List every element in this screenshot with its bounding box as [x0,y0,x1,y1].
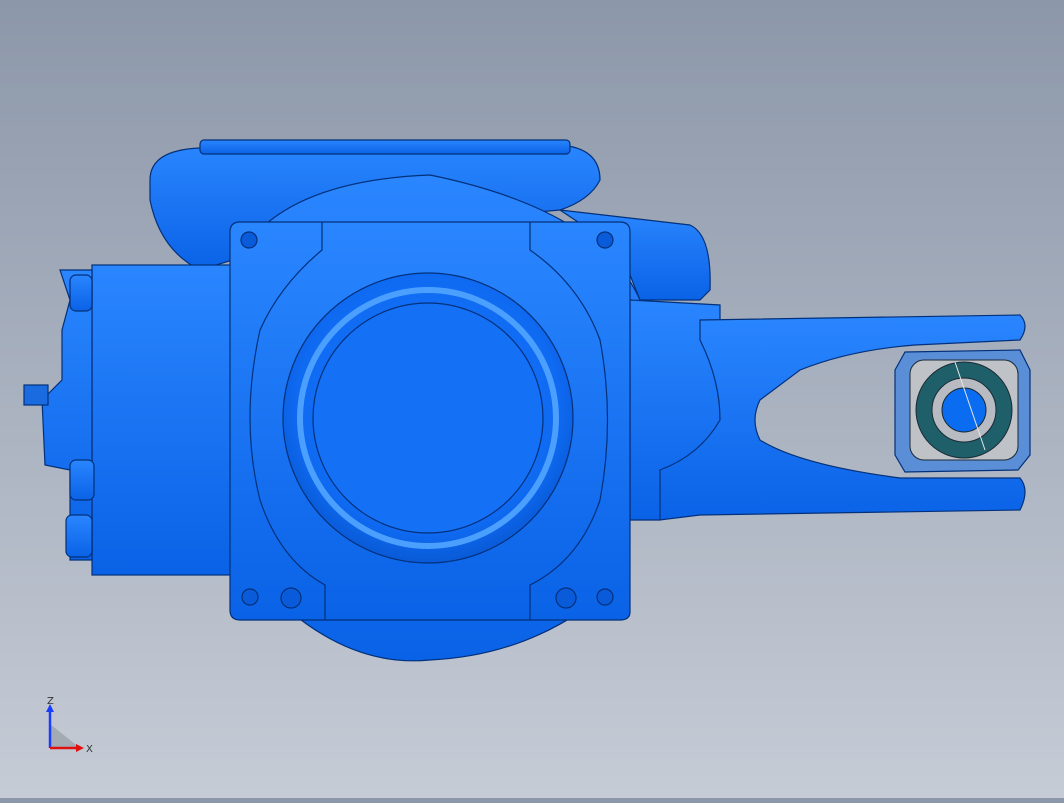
robot-base-model[interactable] [0,0,1064,798]
bolt-hole-br2 [555,587,577,609]
bolt-hole-bl2 [280,587,302,609]
x-axis-arrow [76,744,84,752]
cad-3d-viewport[interactable] [0,0,1064,798]
fitting-1 [69,459,95,501]
x-axis-label: X [86,744,93,755]
bolt-hole-bl [241,588,259,606]
coordinate-triad: Z X [40,696,100,756]
fitting-3 [69,274,93,312]
triad-plane [50,724,80,748]
bolt-hole-tl [240,231,258,249]
fitting-2 [65,514,93,558]
motor-box [91,264,233,576]
flange-dish-inner [312,302,544,534]
connector-nub [23,384,49,406]
bolt-hole-br [596,588,614,606]
z-axis-label: Z [47,696,54,707]
bolt-hole-tr [596,231,614,249]
top-rail [199,139,571,155]
arm-bearing [909,359,1019,461]
